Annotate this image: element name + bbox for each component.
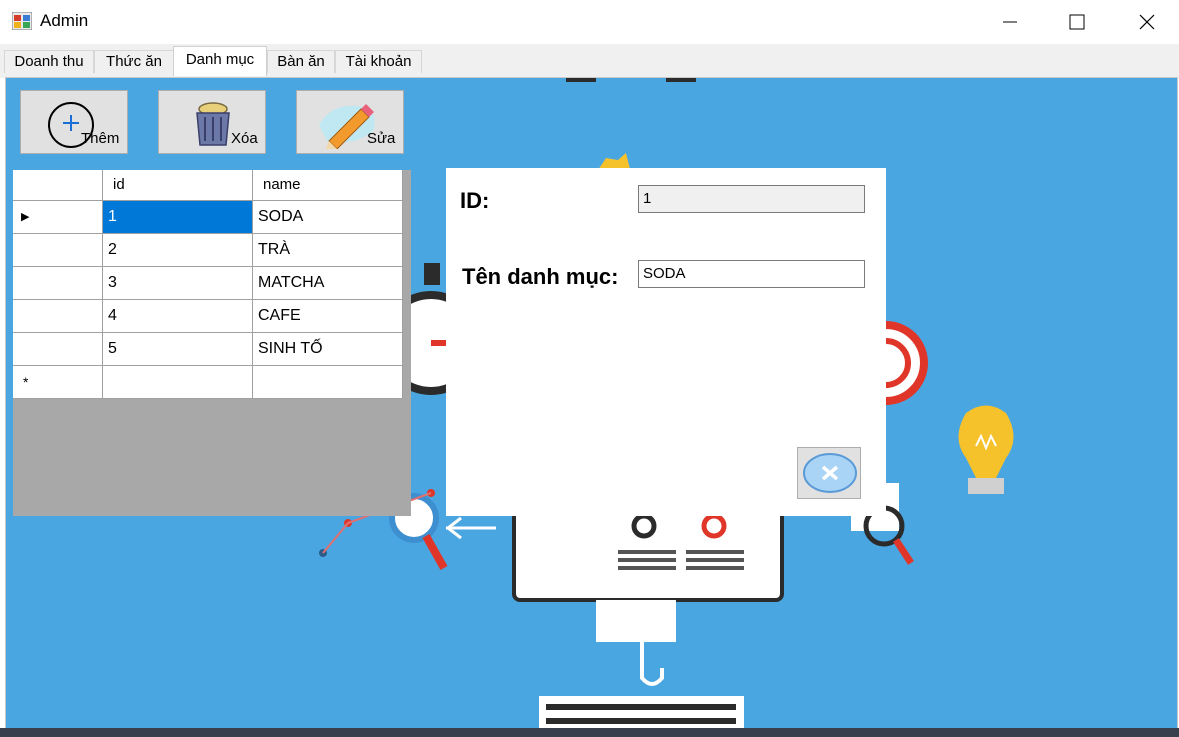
delete-button-label: Xóa [231, 130, 258, 147]
cell-id[interactable]: 3 [103, 267, 253, 300]
tab-tai-khoan[interactable]: Tài khoản [335, 50, 422, 73]
category-grid[interactable]: id name ▶ 1 SODA 2 TRÀ 3 MATCHA 4 CAFE 5… [13, 170, 411, 516]
category-detail-panel: ID: 1 Tên danh mục: SODA [446, 168, 886, 516]
grid-corner-header [13, 170, 103, 201]
new-row-cell-name[interactable] [253, 366, 403, 399]
add-button[interactable]: Thêm [20, 90, 128, 154]
tab-ban-an[interactable]: Bàn ăn [267, 50, 335, 73]
cancel-button[interactable] [797, 447, 861, 499]
row-header-current-marker[interactable]: ▶ [13, 201, 103, 234]
column-header-id[interactable]: id [103, 170, 253, 201]
category-name-label: Tên danh mục: [462, 264, 619, 289]
add-button-label: Thêm [81, 130, 120, 147]
edit-button[interactable]: Sửa [296, 90, 404, 154]
new-row-cell-id[interactable] [103, 366, 253, 399]
close-circle-icon [803, 453, 857, 493]
row-header-new-row-marker[interactable]: * [13, 366, 103, 399]
id-field[interactable]: 1 [638, 185, 865, 213]
cell-id[interactable]: 2 [103, 234, 253, 267]
row-header[interactable] [13, 300, 103, 333]
maximize-button[interactable] [1042, 0, 1112, 44]
tab-danh-muc[interactable]: Danh mục [173, 46, 267, 76]
cell-name[interactable]: TRÀ [253, 234, 403, 267]
app-icon [12, 12, 32, 30]
tab-strip: Doanh thu Thức ăn Danh mục Bàn ăn Tài kh… [0, 44, 1179, 78]
close-icon [1139, 14, 1155, 30]
category-name-field[interactable]: SODA [638, 260, 865, 288]
minimize-button[interactable] [975, 0, 1045, 44]
title-bar: Admin [0, 0, 1179, 44]
cell-name[interactable]: CAFE [253, 300, 403, 333]
column-header-name[interactable]: name [253, 170, 403, 201]
tab-doanh-thu[interactable]: Doanh thu [4, 50, 94, 73]
row-header[interactable] [13, 333, 103, 366]
trash-can-icon [196, 102, 230, 146]
cell-id[interactable]: 4 [103, 300, 253, 333]
tab-thuc-an[interactable]: Thức ăn [94, 50, 174, 73]
cell-name[interactable]: MATCHA [253, 267, 403, 300]
cell-name[interactable]: SINH TỐ [253, 333, 403, 366]
delete-button[interactable]: Xóa [158, 90, 266, 154]
taskbar-strip [0, 728, 1179, 737]
id-label: ID: [460, 188, 490, 213]
row-header[interactable] [13, 267, 103, 300]
edit-button-label: Sửa [367, 130, 396, 147]
cell-name[interactable]: SODA [253, 201, 403, 234]
maximize-icon [1069, 14, 1085, 30]
cell-id[interactable]: 1 [103, 201, 253, 234]
row-header[interactable] [13, 234, 103, 267]
close-window-button[interactable] [1112, 0, 1179, 44]
minimize-icon [1003, 21, 1017, 23]
window-title: Admin [40, 11, 89, 30]
cell-id[interactable]: 5 [103, 333, 253, 366]
